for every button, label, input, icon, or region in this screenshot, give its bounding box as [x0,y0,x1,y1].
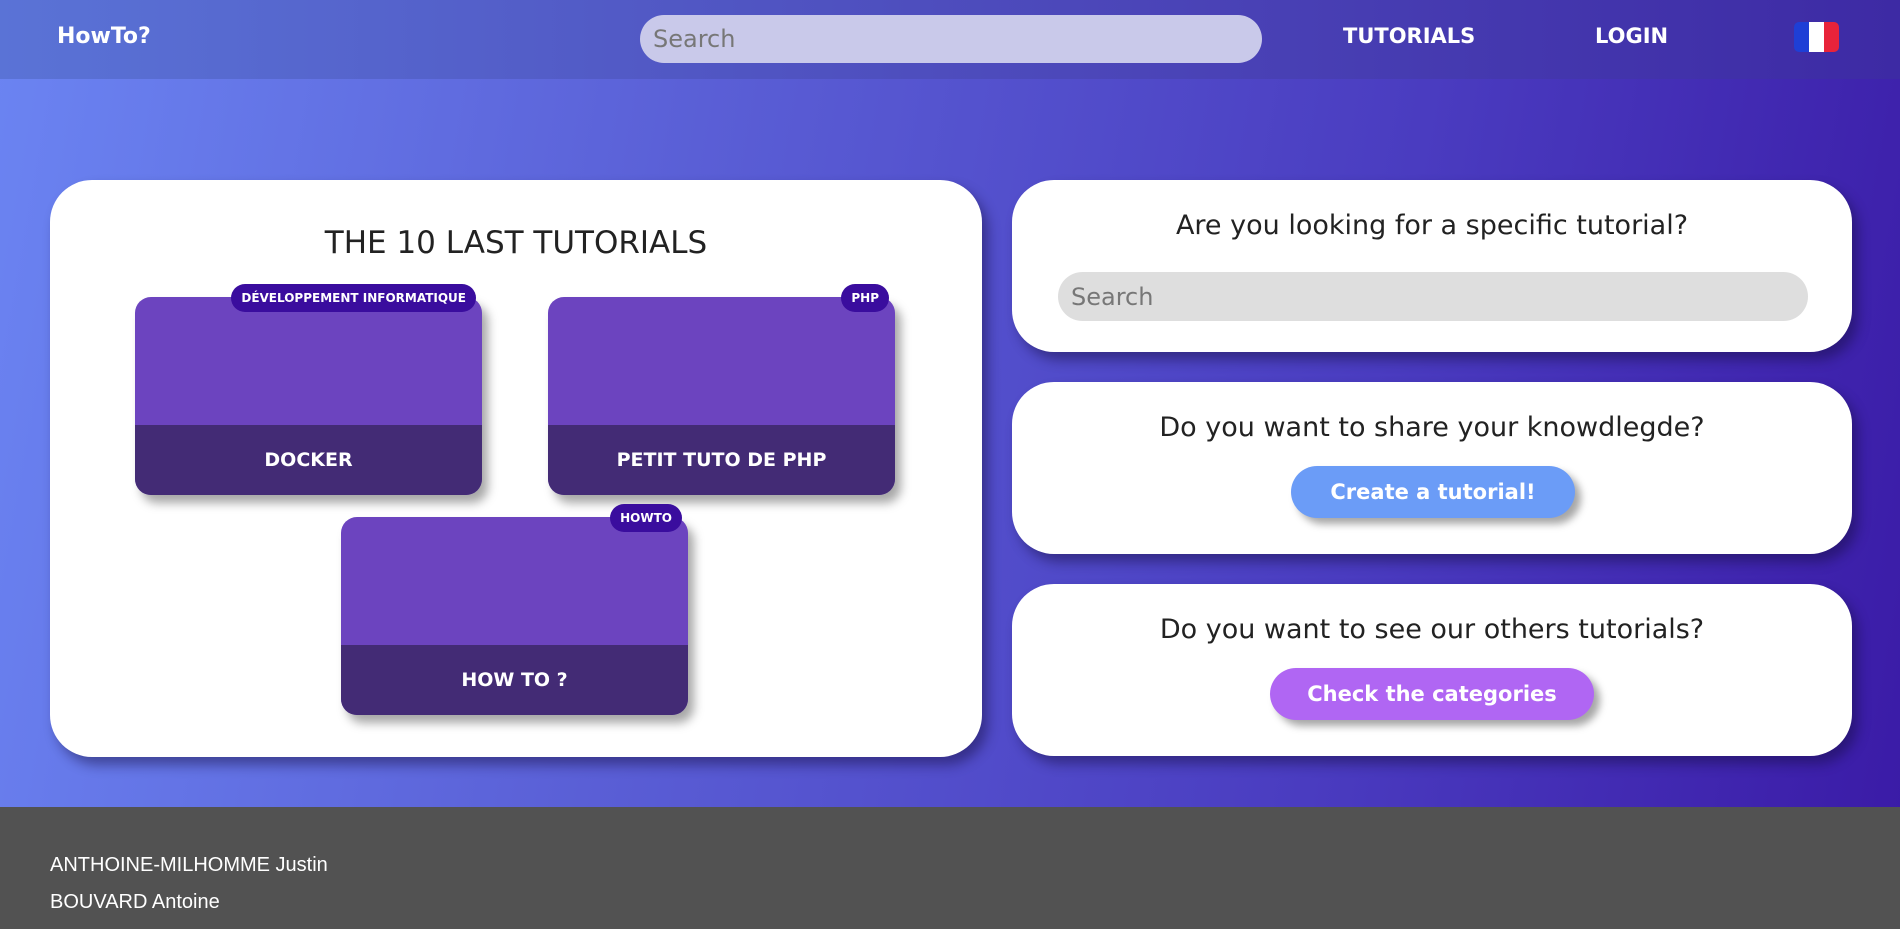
latest-tutorials-panel: THE 10 LAST TUTORIALS DÉVELOPPEMENT INFO… [50,180,982,757]
latest-tutorials-title: THE 10 LAST TUTORIALS [324,225,708,261]
other-tutorials-panel: Do you want to see our others tutorials?… [1012,584,1852,756]
category-badge[interactable]: PHP [841,284,889,312]
footer-author: BOUVARD Antoine [50,891,220,913]
search-tutorial-panel: Are you looking for a specific tutorial? [1012,180,1852,352]
tutorial-card-title: PETIT TUTO DE PHP [548,425,895,495]
flag-stripe-blue [1794,22,1809,52]
create-tutorial-button[interactable]: Create a tutorial! [1291,466,1575,518]
tutorial-search-input[interactable] [1058,272,1808,321]
share-knowledge-panel: Do you want to share your knowdlegde? Cr… [1012,382,1852,554]
tutorial-card-howto[interactable]: HOWTO HOW TO ? [341,504,688,715]
category-badge[interactable]: HOWTO [610,504,682,532]
nav-tutorials-link[interactable]: TUTORIALS [1343,24,1475,48]
top-nav-bar: HowTo? TUTORIALS LOGIN [0,0,1900,79]
share-panel-title: Do you want to share your knowdlegde? [1159,412,1705,443]
tutorial-card-title: DOCKER [135,425,482,495]
footer-author: ANTHOINE-MILHOMME Justin [50,854,328,876]
tutorial-card-docker[interactable]: DÉVELOPPEMENT INFORMATIQUE DOCKER [135,284,482,495]
footer: ANTHOINE-MILHOMME Justin BOUVARD Antoine [0,807,1900,929]
search-panel-title: Are you looking for a specific tutorial? [1175,210,1689,241]
french-flag-icon[interactable] [1794,22,1839,52]
nav-login-link[interactable]: LOGIN [1595,24,1668,48]
tutorial-card-title: HOW TO ? [341,645,688,715]
tutorial-card-php[interactable]: PHP PETIT TUTO DE PHP [548,284,895,495]
brand-logo-link[interactable]: HowTo? [57,24,151,49]
others-panel-title: Do you want to see our others tutorials? [1159,614,1705,645]
check-categories-button[interactable]: Check the categories [1270,668,1594,720]
flag-stripe-white [1809,22,1824,52]
category-badge[interactable]: DÉVELOPPEMENT INFORMATIQUE [231,284,476,312]
header-search-input[interactable] [640,15,1262,63]
flag-stripe-red [1824,22,1839,52]
